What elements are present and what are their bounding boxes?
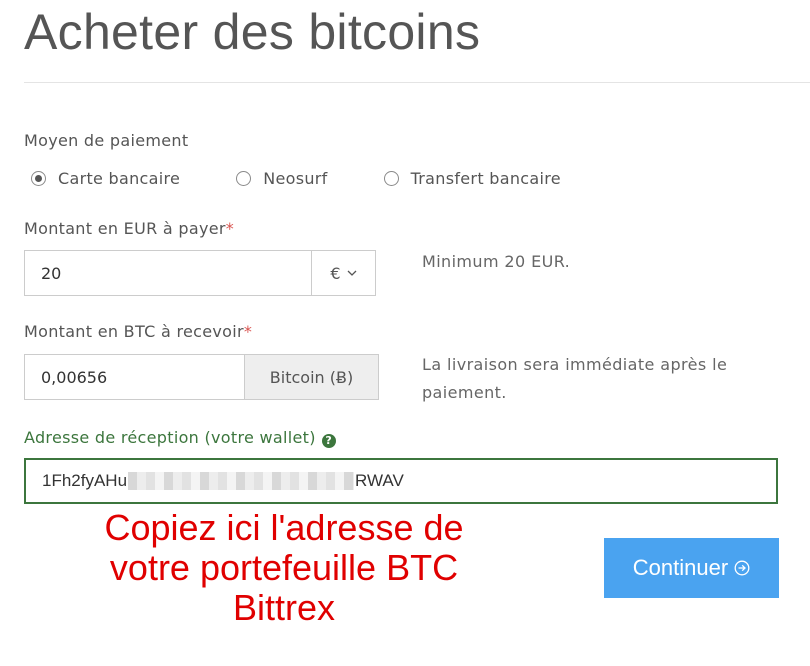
required-asterisk: * xyxy=(225,219,235,238)
wallet-address-label: Adresse de réception (votre wallet)? xyxy=(24,428,336,448)
chevron-down-icon xyxy=(347,270,357,277)
amount-eur-value: 20 xyxy=(41,263,62,283)
amount-btc-help: La livraison sera immédiate après le pai… xyxy=(422,351,727,407)
buy-bitcoin-page: Acheter des bitcoins Moyen de paiement C… xyxy=(0,0,810,666)
amount-eur-label-text: Montant en EUR à payer xyxy=(24,219,226,238)
blurred-address-segment xyxy=(128,472,355,490)
amount-btc-value: 0,00656 xyxy=(41,367,108,387)
wallet-address-input[interactable]: 1Fh2fyAHu RWAV xyxy=(24,458,778,504)
wallet-address-start: 1Fh2fyAHu xyxy=(42,471,128,490)
radio-unselected-icon[interactable] xyxy=(383,170,399,186)
amount-btc-label: Montant en BTC à recevoir* xyxy=(24,322,252,341)
arrow-right-circle-icon xyxy=(734,560,750,576)
payment-method-radio-group: Carte bancaire Neosurf Transfert bancair… xyxy=(31,165,561,191)
currency-dropdown[interactable]: € xyxy=(311,250,376,296)
radio-transfert-bancaire[interactable]: Transfert bancaire xyxy=(383,168,561,188)
currency-label: € xyxy=(330,263,341,283)
bitcoin-unit-label: Bitcoin (Ƀ) xyxy=(269,367,354,387)
amount-btc-help-line2: paiement. xyxy=(422,383,507,402)
amount-btc-label-text: Montant en BTC à recevoir xyxy=(24,322,244,341)
annotation-line2: votre portefeuille BTC xyxy=(109,547,459,588)
radio-unselected-icon[interactable] xyxy=(236,170,252,186)
instruction-annotation: Copiez ici l'adresse de votre portefeuil… xyxy=(24,508,544,628)
continue-button-label: Continuer xyxy=(632,555,729,580)
radio-label-transfert-bancaire: Transfert bancaire xyxy=(410,168,561,188)
amount-btc-help-line1: La livraison sera immédiate après le xyxy=(422,355,728,374)
continue-button[interactable]: Continuer xyxy=(604,538,779,598)
wallet-address-label-text: Adresse de réception (votre wallet) xyxy=(24,428,316,447)
radio-selected-icon[interactable] xyxy=(31,170,46,186)
radio-label-neosurf: Neosurf xyxy=(263,168,328,188)
amount-eur-label: Montant en EUR à payer* xyxy=(24,219,234,238)
title-divider xyxy=(24,82,810,83)
radio-carte-bancaire[interactable]: Carte bancaire xyxy=(31,169,180,188)
annotation-line3: Bittrex xyxy=(232,587,336,628)
required-asterisk: * xyxy=(243,322,253,341)
amount-eur-input[interactable]: 20 xyxy=(24,250,312,296)
amount-eur-help: Minimum 20 EUR. xyxy=(422,252,571,271)
page-title: Acheter des bitcoins xyxy=(24,4,481,60)
radio-label-carte-bancaire: Carte bancaire xyxy=(58,168,181,188)
amount-btc-input[interactable]: 0,00656 xyxy=(24,354,245,400)
annotation-line1: Copiez ici l'adresse de xyxy=(104,507,464,548)
wallet-address-end: RWAV xyxy=(355,471,404,490)
bitcoin-unit-addon: Bitcoin (Ƀ) xyxy=(244,354,379,400)
payment-method-label: Moyen de paiement xyxy=(24,131,189,150)
radio-neosurf[interactable]: Neosurf xyxy=(236,169,327,188)
question-circle-icon[interactable]: ? xyxy=(321,433,336,448)
